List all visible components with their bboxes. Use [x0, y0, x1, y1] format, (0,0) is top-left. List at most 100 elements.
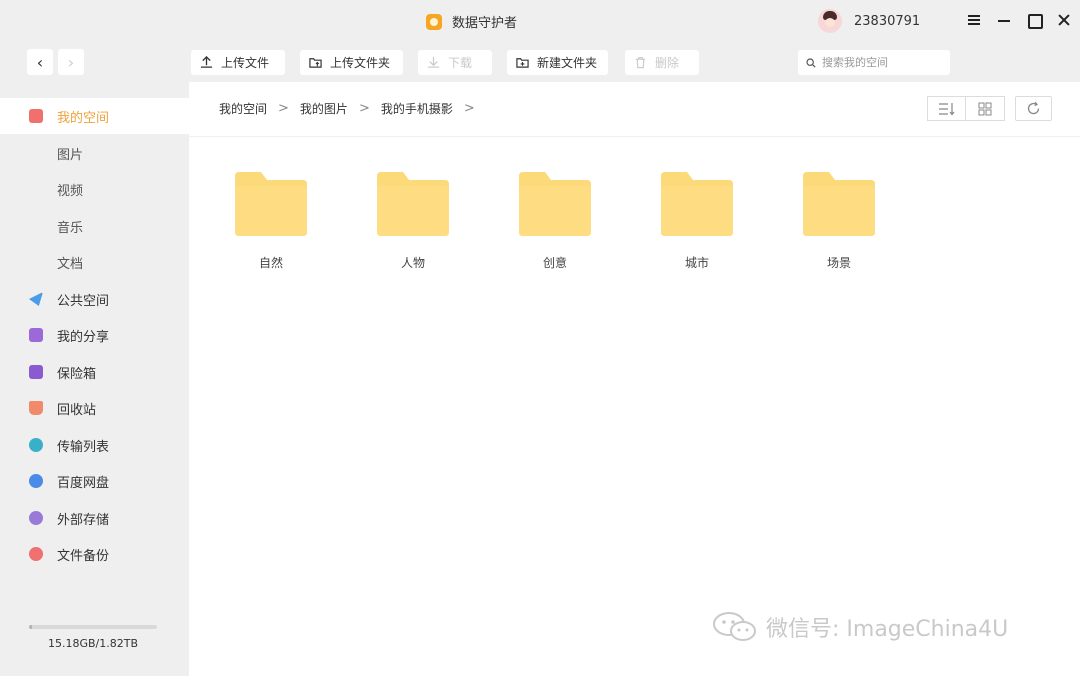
backup-icon — [29, 547, 43, 561]
title-bar: 数据守护者 23830791 — [0, 0, 1080, 42]
storage-bar-fill — [29, 625, 32, 629]
sidebar-item-my-space[interactable]: 我的空间 — [0, 98, 189, 134]
delete-button[interactable]: 删除 — [625, 50, 699, 75]
chevron-right-icon: > — [278, 101, 289, 116]
menu-icon[interactable] — [966, 12, 982, 28]
upload-file-label: 上传文件 — [221, 56, 270, 70]
download-icon — [427, 56, 440, 68]
new-folder-button[interactable]: 新建文件夹 — [507, 50, 608, 75]
trash-icon — [635, 57, 646, 69]
sidebar-item-label: 外部存储 — [57, 512, 110, 528]
sidebar-item-label: 我的空间 — [57, 110, 110, 126]
upload-file-button[interactable]: 上传文件 — [191, 50, 285, 75]
sidebar-item-baidu-netdisk[interactable]: 百度网盘 — [0, 463, 189, 499]
storage-usage: 15.18GB/1.82TB — [29, 625, 157, 650]
baidu-netdisk-icon — [29, 474, 43, 488]
transfer-icon — [29, 438, 43, 452]
download-label: 下载 — [448, 56, 473, 70]
sidebar-item-label: 我的分享 — [57, 329, 110, 345]
refresh-button[interactable] — [1015, 96, 1052, 121]
sidebar-item-safe[interactable]: 保险箱 — [0, 354, 189, 390]
folder-icon — [235, 172, 307, 236]
public-space-icon — [29, 292, 43, 306]
minimize-icon[interactable] — [996, 12, 1012, 28]
sidebar-item-public-space[interactable]: 公共空间 — [0, 281, 189, 317]
sidebar-item-videos[interactable]: 视频 — [0, 171, 189, 207]
sidebar-item-transfer-list[interactable]: 传输列表 — [0, 427, 189, 463]
folder-name: 自然 — [258, 256, 283, 270]
user-id: 23830791 — [854, 13, 921, 29]
my-space-icon — [29, 109, 43, 123]
storage-bar — [29, 625, 157, 629]
sidebar-item-label: 保险箱 — [57, 366, 97, 382]
sidebar: 我的空间 图片 视频 音乐 文档 公共空间 我的分享 保险箱 回收站 传输列表 … — [0, 82, 189, 676]
sidebar-item-file-backup[interactable]: 文件备份 — [0, 536, 189, 572]
delete-label: 删除 — [655, 56, 680, 70]
sidebar-item-external-storage[interactable]: 外部存储 — [0, 500, 189, 536]
grid-view-button[interactable] — [966, 96, 1005, 121]
search-box[interactable] — [798, 50, 950, 75]
breadcrumb-my-phone-photography[interactable]: 我的手机摄影 — [381, 100, 453, 117]
search-icon — [806, 57, 816, 68]
folder-name: 城市 — [684, 256, 709, 270]
sidebar-item-documents[interactable]: 文档 — [0, 244, 189, 280]
wechat-icon — [713, 612, 756, 641]
refresh-icon — [1027, 101, 1040, 115]
breadcrumb-my-pictures[interactable]: 我的图片 — [300, 100, 348, 117]
sidebar-item-label: 文件备份 — [57, 548, 110, 564]
close-icon[interactable] — [1056, 12, 1072, 28]
upload-icon — [200, 56, 213, 68]
share-icon — [29, 328, 43, 342]
upload-folder-label: 上传文件夹 — [330, 56, 391, 70]
folder-name: 创意 — [542, 256, 567, 270]
sidebar-item-pictures[interactable]: 图片 — [0, 135, 189, 171]
chevron-right-icon: > — [358, 101, 370, 116]
toolbar: ‹ › 上传文件 上传文件夹 下载 新建文件夹 删除 — [0, 42, 1080, 82]
app-title: 数据守护者 — [426, 12, 517, 31]
window-controls — [966, 12, 1072, 29]
breadcrumb: 我的空间 > 我的图片 > 我的手机摄影 > — [219, 100, 486, 117]
sidebar-item-label: 百度网盘 — [57, 475, 110, 491]
safe-icon — [29, 365, 43, 379]
sidebar-item-music[interactable]: 音乐 — [0, 208, 189, 244]
sidebar-item-label: 文档 — [57, 256, 84, 272]
app-logo-icon — [426, 13, 442, 30]
folder-item[interactable]: 场景 — [789, 170, 889, 271]
sidebar-item-label: 传输列表 — [57, 439, 110, 455]
forward-button[interactable]: › — [58, 49, 84, 75]
search-input[interactable] — [822, 56, 942, 69]
sidebar-item-label: 回收站 — [57, 402, 97, 418]
sidebar-item-recycle-bin[interactable]: 回收站 — [0, 390, 189, 426]
sidebar-item-label: 图片 — [57, 147, 84, 163]
divider — [189, 136, 1080, 137]
folder-icon — [519, 172, 591, 236]
view-toggle — [927, 96, 1005, 121]
storage-text: 15.18GB/1.82TB — [47, 637, 139, 650]
folder-item[interactable]: 人物 — [363, 170, 463, 271]
watermark: 微信号: ImageChina4U — [712, 610, 1008, 644]
sort-list-button[interactable] — [927, 96, 966, 121]
user-info[interactable]: 23830791 — [818, 9, 920, 33]
sort-list-icon — [938, 102, 954, 115]
breadcrumb-my-space[interactable]: 我的空间 — [219, 100, 267, 117]
main-content: 我的空间 > 我的图片 > 我的手机摄影 > 自然 人物 创意 城市 场景 — [189, 82, 1080, 676]
folder-name: 场景 — [826, 256, 851, 270]
back-button[interactable]: ‹ — [27, 49, 53, 75]
folder-item[interactable]: 城市 — [647, 170, 747, 271]
watermark-text: 微信号: ImageChina4U — [766, 617, 1009, 642]
download-button[interactable]: 下载 — [418, 50, 492, 75]
sidebar-item-my-share[interactable]: 我的分享 — [0, 317, 189, 353]
grid-view-icon — [978, 102, 992, 115]
folder-item[interactable]: 创意 — [505, 170, 605, 271]
avatar[interactable] — [818, 9, 842, 33]
recycle-bin-icon — [29, 401, 43, 415]
upload-folder-button[interactable]: 上传文件夹 — [300, 50, 403, 75]
upload-folder-icon — [309, 58, 322, 68]
sidebar-item-label: 视频 — [57, 183, 84, 199]
maximize-icon[interactable] — [1026, 12, 1043, 29]
external-storage-icon — [29, 511, 43, 525]
folder-item[interactable]: 自然 — [221, 170, 321, 271]
sidebar-item-label: 音乐 — [57, 220, 84, 236]
folder-icon — [803, 172, 875, 236]
new-folder-label: 新建文件夹 — [537, 56, 598, 70]
